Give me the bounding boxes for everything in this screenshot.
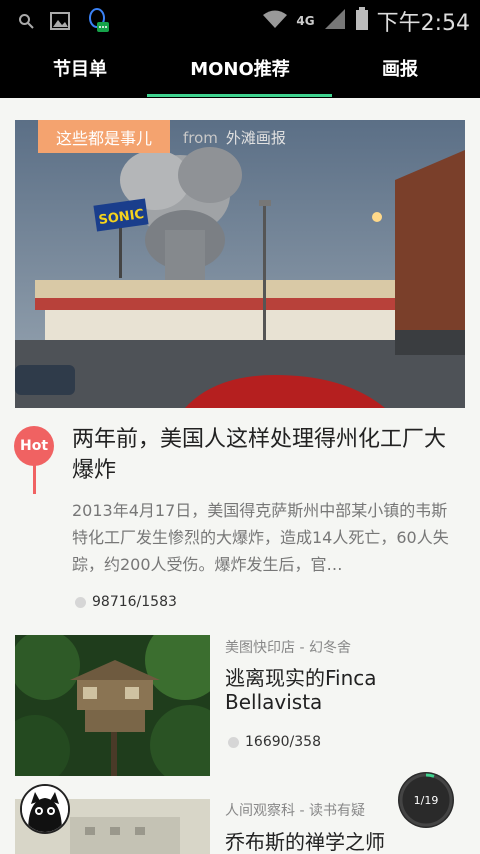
page-progress-arc — [425, 773, 435, 778]
active-tab-indicator — [147, 94, 332, 97]
battery-icon — [355, 7, 369, 35]
image-icon — [50, 12, 70, 34]
item-title[interactable]: 乔布斯的禅学之师 — [225, 830, 465, 854]
feature-category-tag[interactable]: 这些都是事儿 — [38, 120, 170, 153]
qq-icon — [86, 8, 110, 38]
hot-stem — [33, 464, 36, 494]
feature-stats-value: 98716/1583 — [92, 594, 177, 610]
from-label: from — [183, 129, 218, 147]
wifi-icon — [262, 9, 288, 33]
hot-marker: Hot — [14, 426, 56, 496]
feature-source[interactable]: from 外滩画报 — [183, 127, 286, 148]
user-avatar[interactable] — [20, 784, 70, 834]
tab-bar: 节目单 MONO推荐 画报 — [0, 38, 480, 98]
item-source[interactable]: 人间观察科 - 读书有疑 — [225, 800, 365, 820]
item-source[interactable]: 美图快印店 - 幻冬舍 — [225, 637, 351, 657]
tab-pictorial[interactable]: 画报 — [320, 38, 480, 98]
tab-mono-recommend[interactable]: MONO推荐 — [160, 38, 320, 98]
page-indicator-label: 1/19 — [413, 793, 439, 807]
network-type: 4G — [296, 14, 315, 28]
feature-source-name: 外滩画报 — [225, 129, 286, 147]
stats-dot-icon — [75, 596, 86, 608]
page-indicator[interactable]: 1/19 — [398, 772, 454, 828]
item-thumbnail[interactable] — [15, 635, 210, 776]
status-bar: 4G 下午2:54 — [0, 0, 480, 38]
stats-dot-icon — [228, 736, 239, 748]
item-stats: 16690/358 — [228, 734, 321, 750]
item-title[interactable]: 逃离现实的Finca Bellavista — [225, 666, 465, 714]
tab-program-list[interactable]: 节目单 — [0, 38, 160, 98]
hot-badge: Hot — [14, 426, 54, 466]
search-icon — [18, 13, 34, 33]
signal-icon — [323, 8, 347, 34]
feature-title[interactable]: 两年前，美国人这样处理得州化工厂大爆炸 — [72, 424, 464, 486]
feature-stats: 98716/1583 — [75, 594, 177, 610]
clock: 下午2:54 — [376, 11, 470, 36]
feature-description[interactable]: 2013年4月17日，美国得克萨斯州中部某小镇的韦斯特化工厂发生惨烈的大爆炸，造… — [72, 497, 450, 579]
feature-image[interactable]: SONIC — [15, 120, 465, 408]
item-stats-value: 16690/358 — [245, 734, 321, 750]
